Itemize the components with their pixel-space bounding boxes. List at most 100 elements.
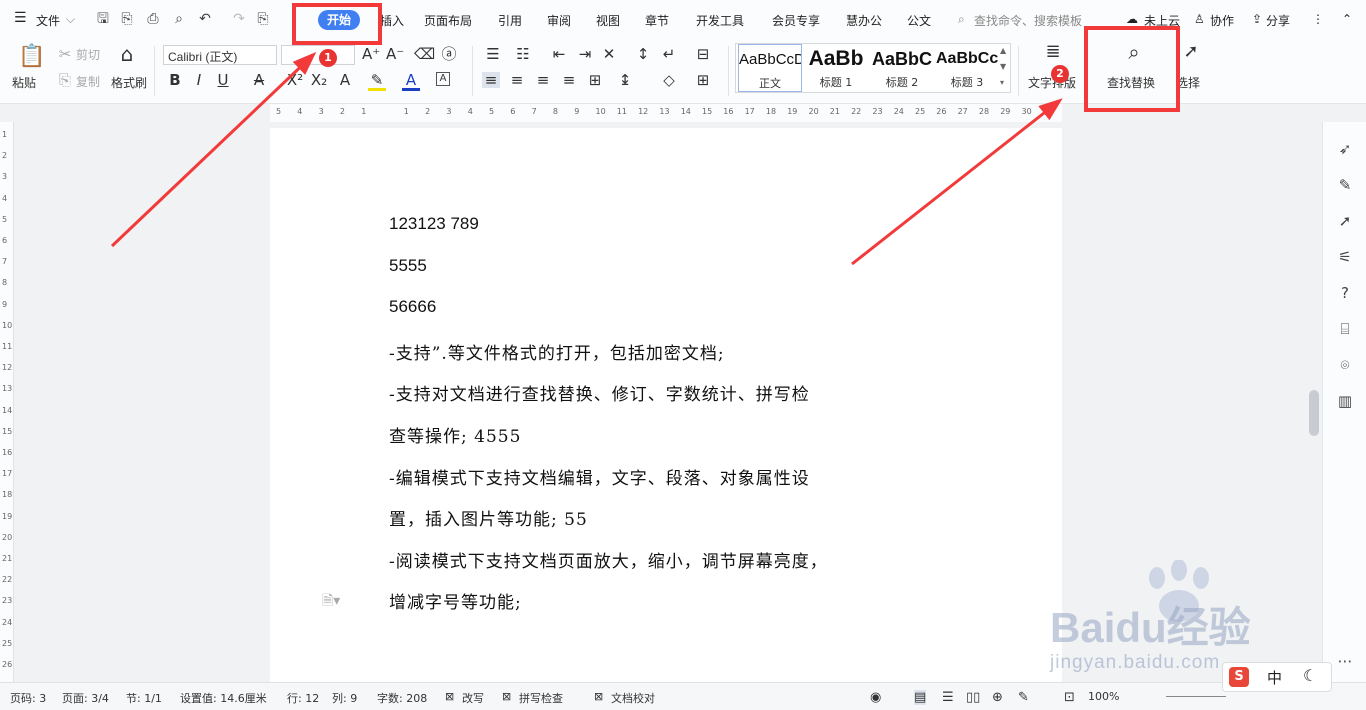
chevron-down-icon[interactable]: ⌵ — [66, 12, 75, 27]
table-tabs-icon[interactable]: ⊟ — [694, 46, 712, 62]
style-heading-1[interactable]: AaBb 标题 1 — [804, 44, 868, 92]
scroll-thumb[interactable] — [1309, 390, 1319, 436]
sogou-logo-icon[interactable]: S — [1229, 667, 1249, 687]
tab-chapter[interactable]: 章节 — [645, 12, 669, 29]
zoom-slider[interactable] — [1166, 696, 1226, 697]
subscript-icon[interactable]: X₂ — [310, 72, 328, 88]
phonetic-icon[interactable]: ⓐ — [440, 46, 458, 62]
ime-language[interactable]: 中 — [1267, 667, 1282, 688]
justify-icon[interactable]: ≡ — [560, 72, 578, 88]
export-icon[interactable]: ⎘ — [118, 10, 136, 28]
borders-icon[interactable]: ⊞ — [694, 72, 712, 88]
tab-official-doc[interactable]: 公文 — [907, 12, 931, 29]
highlight-icon[interactable]: ✎ — [368, 72, 386, 91]
collapse-ribbon-icon[interactable]: ⌃ — [1342, 12, 1352, 26]
font-name-select[interactable]: Calibri (正文) — [163, 45, 277, 65]
font-size-select[interactable] — [281, 45, 355, 65]
bold-icon[interactable]: B — [166, 72, 184, 88]
status-pages[interactable]: 页面: 3/4 — [62, 690, 109, 706]
eye-protect-icon[interactable]: ◉ — [870, 690, 881, 705]
grow-font-icon[interactable]: A⁺ — [362, 46, 380, 62]
status-setting[interactable]: 设置值: 14.6厘米 — [180, 690, 267, 706]
cut-button[interactable]: 剪切 — [76, 46, 100, 63]
collaborate-button[interactable]: 协作 — [1210, 12, 1234, 29]
format-painter-button[interactable]: 格式刷 — [111, 74, 147, 91]
document-line[interactable]: 123123 789 — [389, 214, 479, 234]
write-view-icon[interactable]: ✎ — [1018, 690, 1029, 705]
command-search-input[interactable]: 查找命令、搜索模板 — [974, 12, 1082, 29]
document-line[interactable]: 56666 — [389, 297, 436, 317]
web-view-icon[interactable]: ⊕ — [992, 690, 1003, 705]
style-heading-3[interactable]: AaBbCcI 标题 3 — [936, 44, 998, 92]
font-color-icon[interactable]: A — [402, 72, 420, 91]
paragraph-marker-icon[interactable]: 🗎▾ — [322, 590, 340, 614]
tab-references[interactable]: 引用 — [498, 12, 522, 29]
page-view-icon[interactable]: ▤ — [914, 690, 927, 705]
status-row[interactable]: 行: 12 — [287, 690, 319, 706]
chinese-layout-icon[interactable]: ✕ — [600, 46, 618, 62]
paste-button[interactable]: 粘贴 — [12, 74, 36, 91]
tab-smart-office[interactable]: 慧办公 — [846, 12, 882, 29]
char-border-icon[interactable]: A — [436, 72, 450, 86]
styles-expand-icon[interactable]: ▾ — [1000, 78, 1004, 87]
doccheck-checkbox-icon[interactable]: ⊠ — [594, 690, 603, 703]
more-dots-icon[interactable]: ⋯ — [1336, 652, 1354, 670]
styles-scroll-up-icon[interactable]: ▲ — [1000, 46, 1006, 55]
shrink-font-icon[interactable]: A⁻ — [386, 46, 404, 62]
help-icon[interactable]: ? — [1336, 284, 1354, 302]
status-col[interactable]: 列: 9 — [332, 690, 357, 706]
status-spell-check[interactable]: 拼写检查 — [519, 690, 563, 706]
pointer-icon[interactable]: ➚ — [1336, 212, 1354, 230]
format-icon[interactable]: ⎘ — [254, 10, 272, 28]
redo-icon[interactable]: ↷ — [230, 10, 248, 28]
fit-window-icon[interactable]: ⊡ — [1064, 690, 1075, 705]
tab-developer[interactable]: 开发工具 — [696, 12, 744, 29]
status-section[interactable]: 节: 1/1 — [126, 690, 162, 706]
file-menu[interactable]: 文件 — [36, 12, 60, 29]
document-line[interactable]: -阅读模式下支持文档页面放大，缩小，调节屏幕亮度， — [389, 547, 828, 572]
italic-icon[interactable]: I — [190, 72, 208, 88]
undo-icon[interactable]: ↶ — [196, 10, 214, 28]
print-icon[interactable]: ⎙ — [144, 10, 162, 28]
copy-button[interactable]: 复制 — [76, 73, 100, 90]
text-effect-icon[interactable]: A — [336, 72, 354, 88]
style-heading-2[interactable]: AaBbC 标题 2 — [870, 44, 934, 92]
rocket-icon[interactable]: ➶ — [1336, 140, 1354, 158]
tab-page-layout[interactable]: 页面布局 — [424, 12, 472, 29]
pen-icon[interactable]: ✎ — [1336, 176, 1354, 194]
superscript-icon[interactable]: X² — [286, 72, 304, 88]
status-page-number[interactable]: 页码: 3 — [10, 690, 46, 706]
status-doc-check[interactable]: 文档校对 — [611, 690, 655, 706]
style-normal[interactable]: AaBbCcDd 正文 — [738, 44, 802, 92]
book-icon[interactable]: ▥ — [1336, 392, 1354, 410]
save-icon[interactable]: 🖫 — [94, 10, 112, 28]
sliders-icon[interactable]: ⚟ — [1336, 248, 1354, 266]
spell-checkbox-icon[interactable]: ⊠ — [502, 690, 511, 703]
underline-icon[interactable]: U — [214, 72, 232, 88]
decrease-indent-icon[interactable]: ⇤ — [550, 46, 568, 62]
image-tool-icon[interactable]: ⌸ — [1336, 320, 1354, 338]
horizontal-ruler[interactable]: 5 4 3 2 1 1 2 3 4 5 6 7 8 9 10 11 12 13 14 15 16 17 18 19 20 21 22… — [270, 104, 1062, 122]
tab-review[interactable]: 审阅 — [547, 12, 571, 29]
bullet-list-icon[interactable]: ☰ — [484, 46, 502, 62]
strikethrough-icon[interactable]: A — [250, 72, 268, 88]
distribute-icon[interactable]: ⊞ — [586, 72, 604, 88]
styles-scroll-down-icon[interactable]: ▼ — [1000, 62, 1006, 71]
vertical-ruler[interactable]: 1 2 3 4 5 6 7 8 9 10 11 12 13 14 15 16 17 18 19 20 21 22 23 24 2… — [0, 122, 14, 682]
document-line[interactable]: -编辑模式下支持文档编辑，文字、段落、对象属性设 — [389, 464, 810, 489]
shading-icon[interactable]: ◇ — [660, 72, 678, 88]
increase-indent-icon[interactable]: ⇥ — [576, 46, 594, 62]
tab-member[interactable]: 会员专享 — [772, 12, 820, 29]
show-marks-icon[interactable]: ↵ — [660, 46, 678, 62]
eraser-icon[interactable]: ⌫ — [414, 46, 435, 62]
align-right-icon[interactable]: ≡ — [534, 72, 552, 88]
share-button[interactable]: 分享 — [1266, 12, 1290, 29]
more-icon[interactable]: ⋮ — [1312, 12, 1324, 26]
status-word-count[interactable]: 字数: 208 — [377, 690, 427, 706]
sort-icon[interactable]: ↕ — [634, 46, 652, 62]
tab-view[interactable]: 视图 — [596, 12, 620, 29]
print-preview-icon[interactable]: ⌕ — [170, 10, 188, 28]
document-line[interactable]: 5555 — [389, 256, 427, 276]
align-center-icon[interactable]: ≡ — [508, 72, 526, 88]
zoom-level[interactable]: 100% — [1088, 690, 1119, 703]
